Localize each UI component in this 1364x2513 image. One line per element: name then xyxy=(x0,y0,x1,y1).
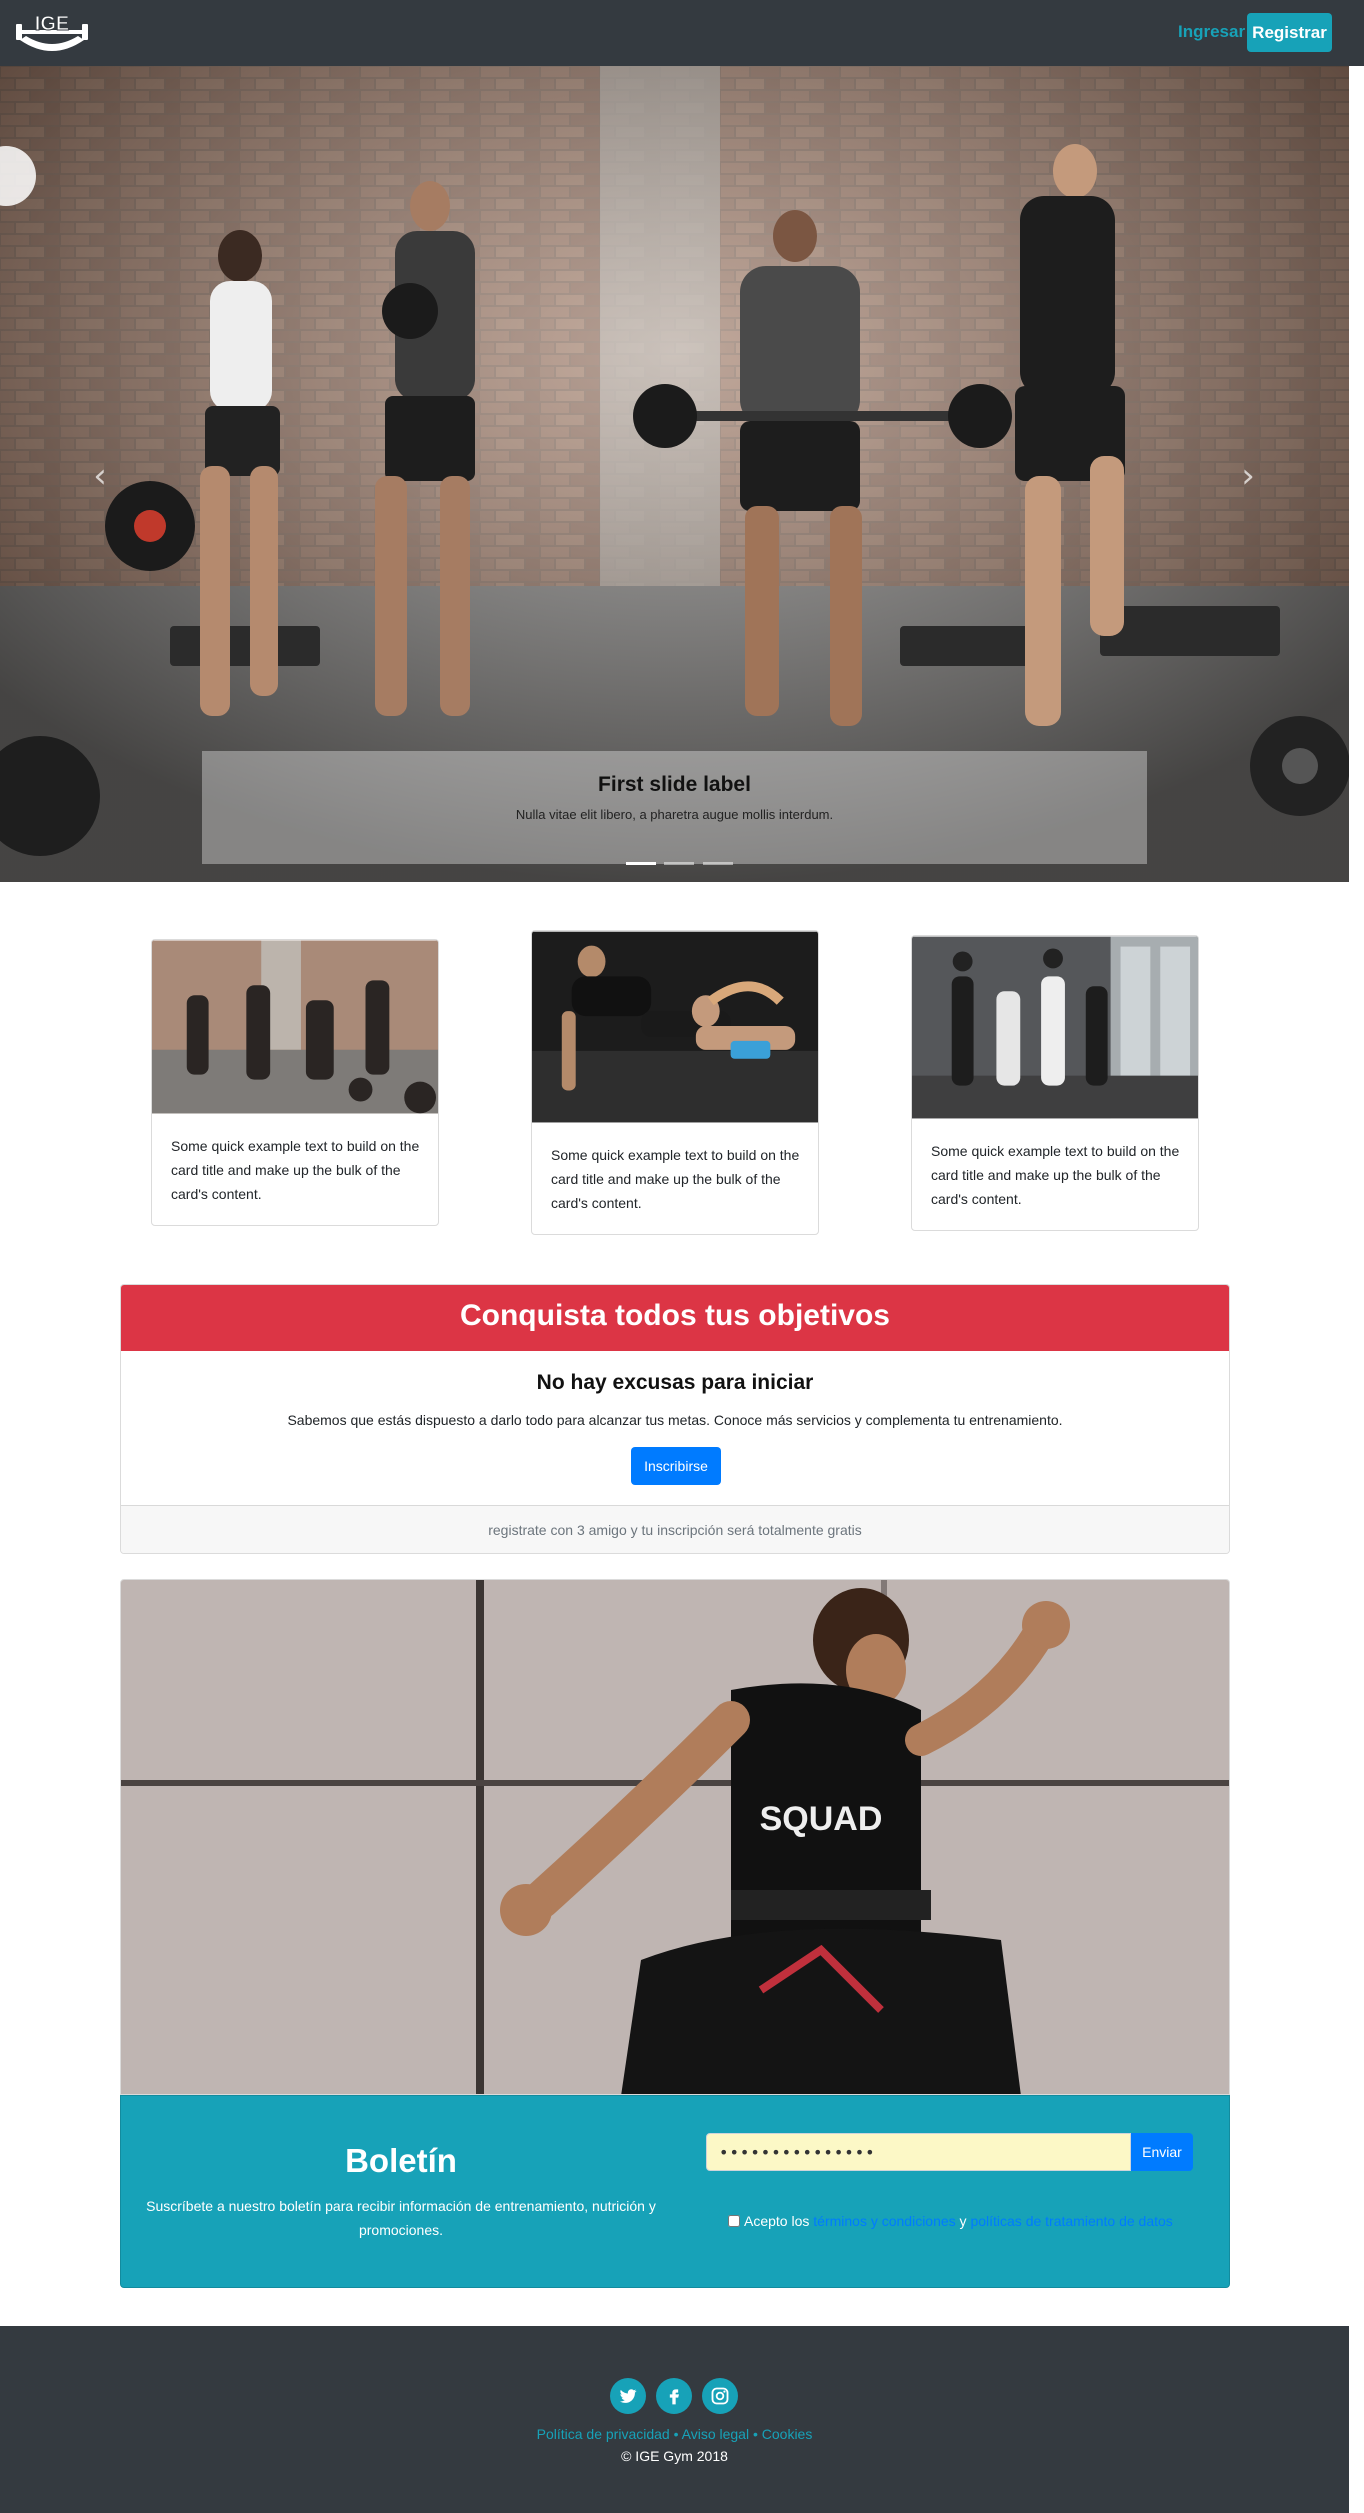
cookies-link[interactable]: Cookies xyxy=(762,2426,813,2442)
caption-title: First slide label xyxy=(598,773,751,796)
feature-image: SQUAD xyxy=(120,1579,1230,2095)
carousel-indicator-2[interactable] xyxy=(664,862,695,865)
instagram-button[interactable] xyxy=(702,2378,738,2414)
accept-prefix: Acepto los xyxy=(744,2213,814,2229)
privacy-link[interactable]: Política de privacidad xyxy=(537,2426,670,2442)
register-button[interactable]: Registrar xyxy=(1247,13,1332,52)
card-3: Some quick example text to build on the … xyxy=(911,935,1199,1231)
navbar: IGE Ingresar Registrar xyxy=(0,0,1364,66)
ige-logo[interactable]: IGE xyxy=(14,6,90,58)
newsletter-send-button[interactable]: Enviar xyxy=(1131,2133,1193,2171)
newsletter-email-input[interactable] xyxy=(706,2133,1131,2171)
caption-text: Nulla vitae elit libero, a pharetra augu… xyxy=(515,807,834,822)
cta-text: Sabemos que estás dispuesto a darlo todo… xyxy=(287,1412,1063,1428)
carousel-prev-button[interactable]: ‹ xyxy=(80,456,120,496)
facebook-icon xyxy=(669,2389,679,2405)
card-1-image xyxy=(152,940,438,1114)
card-1-text: Some quick example text to build on the … xyxy=(171,1138,420,1202)
cta-subtitle: No hay excusas para iniciar xyxy=(536,1371,814,1394)
chevron-right-icon: › xyxy=(1241,456,1255,496)
hero-carousel: ‹ › First slide label Nulla vitae elit l… xyxy=(0,66,1349,882)
inscribirse-button[interactable]: Inscribirse xyxy=(631,1447,721,1485)
newsletter-accept: Acepto los términos y condiciones y polí… xyxy=(728,2213,1173,2229)
newsletter-description: Suscríbete a nuestro boletín para recibi… xyxy=(146,2198,656,2238)
legal-link[interactable]: Aviso legal xyxy=(682,2426,749,2442)
card-2-text: Some quick example text to build on the … xyxy=(551,1147,800,1211)
footer: Política de privacidad • Aviso legal • C… xyxy=(0,2326,1349,2513)
carousel-indicators xyxy=(624,852,735,865)
newsletter-title: Boletín xyxy=(345,2142,457,2179)
terms-link[interactable]: términos y condiciones xyxy=(813,2213,955,2229)
carousel-indicator-1[interactable] xyxy=(626,862,656,865)
feature-image-photo: SQUAD xyxy=(121,1580,1229,2094)
twitter-icon xyxy=(619,2389,637,2403)
carousel-next-button[interactable]: › xyxy=(1228,456,1268,496)
newsletter-panel: Boletín Suscríbete a nuestro boletín par… xyxy=(120,2095,1230,2288)
carousel-caption: First slide label Nulla vitae elit liber… xyxy=(202,751,1147,864)
privacy-policy-link[interactable]: políticas de tratamiento de datos xyxy=(970,2213,1172,2229)
footer-separator-1: • xyxy=(669,2426,682,2442)
instagram-icon xyxy=(711,2387,729,2405)
card-3-text: Some quick example text to build on the … xyxy=(931,1143,1180,1207)
facebook-button[interactable] xyxy=(656,2378,692,2414)
footer-links: Política de privacidad • Aviso legal • C… xyxy=(0,2426,1349,2442)
cta-footer: registrate con 3 amigo y tu inscripción … xyxy=(121,1505,1229,1553)
card-1: Some quick example text to build on the … xyxy=(151,939,439,1226)
svg-text:IGE: IGE xyxy=(35,13,69,35)
copyright: © IGE Gym 2018 xyxy=(621,2448,728,2464)
login-link[interactable]: Ingresar xyxy=(1178,22,1245,42)
card-2-image xyxy=(532,931,818,1123)
card-2: Some quick example text to build on the … xyxy=(531,930,819,1235)
accept-terms-checkbox[interactable] xyxy=(728,2215,740,2227)
card-3-image xyxy=(912,936,1198,1119)
chevron-left-icon: ‹ xyxy=(93,456,107,496)
svg-text:SQUAD: SQUAD xyxy=(760,1800,883,1838)
footer-separator-2: • xyxy=(749,2426,762,2442)
carousel-indicator-3[interactable] xyxy=(702,862,733,865)
cta-header: Conquista todos tus objetivos xyxy=(121,1285,1229,1351)
cta-panel: Conquista todos tus objetivos No hay exc… xyxy=(120,1284,1230,1554)
accept-and: y xyxy=(955,2213,971,2229)
twitter-button[interactable] xyxy=(610,2378,646,2414)
